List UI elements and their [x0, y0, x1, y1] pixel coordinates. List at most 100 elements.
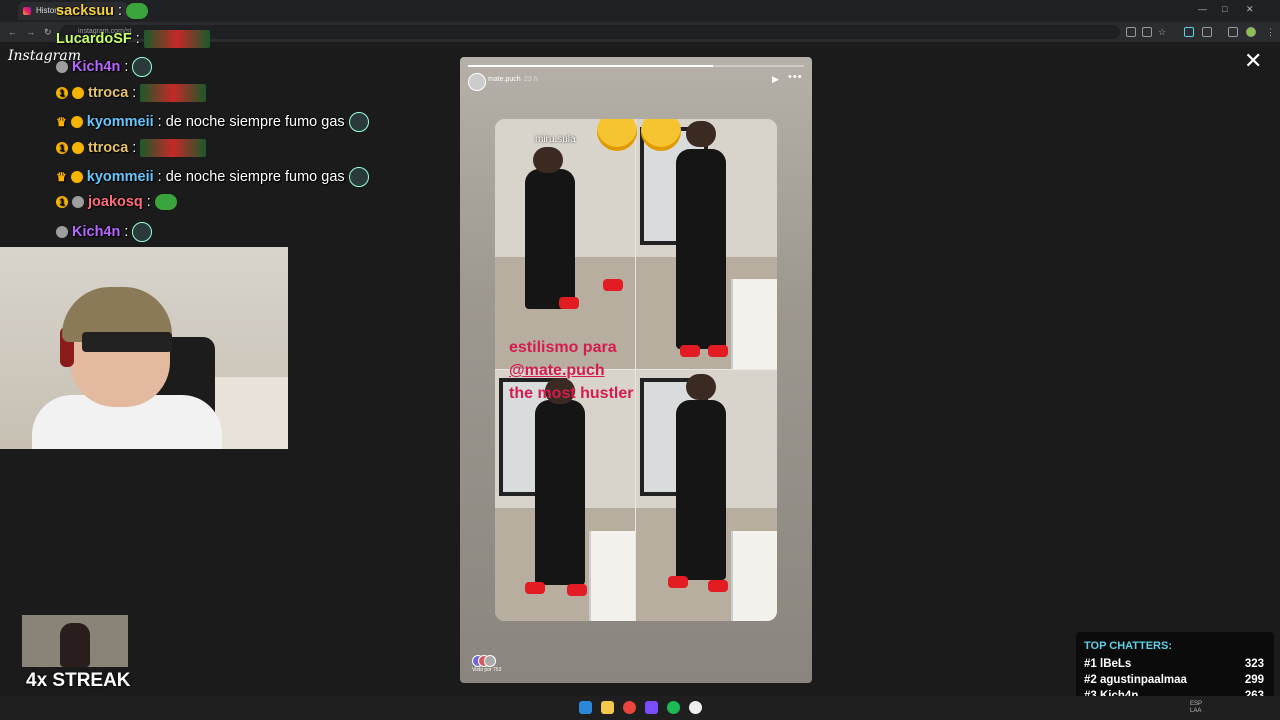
red-shoe	[603, 279, 623, 291]
photo-bottom-right	[636, 370, 777, 621]
app-icon[interactable]	[689, 701, 702, 714]
badge-icon	[70, 116, 83, 128]
maximize-icon[interactable]: □	[1222, 4, 1227, 14]
chat-message: ♛ kyommeii: de noche siempre fumo gas	[56, 167, 369, 187]
language-indicator[interactable]: ESP	[1190, 701, 1202, 707]
chat-message: 1 ttroca:	[56, 139, 207, 157]
miku-emote-icon	[132, 57, 153, 77]
photo-bottom-left	[495, 370, 635, 621]
chat-message: LucardoSF:	[56, 30, 210, 48]
miku-emote-icon	[348, 112, 369, 132]
story-caption-mention[interactable]: @mate.puch	[509, 362, 605, 380]
chat-text: de noche siempre fumo gas	[165, 114, 345, 130]
story-mention-tag[interactable]: miru.sula	[535, 134, 576, 145]
chat-username: ttroca	[88, 85, 129, 101]
close-story-icon[interactable]: ✕	[1244, 50, 1262, 72]
chat-username: kyommeii	[86, 169, 154, 185]
chat-message: sacksuu:	[56, 3, 149, 19]
crown-badge-icon: ♛	[56, 115, 67, 129]
chat-username: kyommeii	[86, 114, 154, 130]
app-icon[interactable]	[645, 701, 658, 714]
file-explorer-icon[interactable]	[601, 701, 614, 714]
minimize-icon[interactable]: —	[1198, 4, 1207, 14]
chat-username: LucardoSF	[56, 31, 132, 47]
streak-thumbnail	[22, 615, 128, 667]
chatter-name: agustinpaalmaa	[1100, 674, 1187, 686]
chatter-rank: #2	[1084, 674, 1097, 686]
play-icon[interactable]: ▶	[772, 74, 779, 85]
star-icon[interactable]: ☆	[1158, 27, 1166, 38]
story-caption-line: estilismo para	[509, 339, 617, 356]
miku-emote-icon	[132, 222, 153, 242]
chat-message: ♛ kyommeii: de noche siempre fumo gas	[56, 112, 369, 132]
cap-visor	[82, 332, 172, 352]
red-shoe	[668, 576, 688, 588]
badge-icon	[70, 171, 83, 183]
badge-icon: 1	[56, 142, 68, 154]
chatter-score: 323	[1244, 658, 1264, 670]
spotify-icon[interactable]	[667, 701, 680, 714]
photo-top-right	[636, 119, 777, 369]
story-progress-fill	[468, 65, 714, 67]
story-username[interactable]: mate.puch	[488, 76, 521, 83]
badge-icon	[72, 196, 84, 208]
window-close-icon[interactable]: ✕	[1246, 4, 1254, 15]
story-views-count[interactable]: Visto por 753	[472, 667, 501, 673]
red-shoe	[708, 580, 728, 592]
chat-username: sacksuu	[56, 3, 115, 19]
red-shoe	[680, 345, 700, 357]
webcam-feed	[0, 247, 288, 449]
story-avatar[interactable]	[468, 73, 486, 91]
extension-icon[interactable]	[1184, 27, 1194, 37]
windows-taskbar: ESP LAA	[0, 696, 1280, 720]
frog-emote-icon	[126, 3, 149, 19]
windows-start-icon[interactable]	[579, 701, 592, 714]
sidebar-icon[interactable]	[1228, 27, 1238, 37]
miku-emote-icon	[348, 167, 369, 187]
chat-message: 1 ttroca:	[56, 84, 207, 102]
badge-icon	[56, 226, 68, 238]
badge-icon	[56, 61, 68, 73]
chatter-score: 299	[1244, 674, 1264, 686]
browser-menu-icon[interactable]: ⋮	[1266, 27, 1275, 38]
story-time: 23 h	[524, 76, 538, 83]
emote-icon	[140, 84, 207, 102]
chat-message: 1 joakosq:	[56, 194, 177, 210]
red-shoe	[567, 584, 587, 596]
profile-avatar[interactable]	[1246, 27, 1256, 37]
instagram-story[interactable]: mate.puch 23 h ▶ ••• miru.sula estilismo…	[460, 57, 812, 683]
badge-icon: 1	[56, 196, 68, 208]
chat-message: Kich4n:	[56, 57, 153, 77]
eye-off-icon[interactable]	[1142, 27, 1152, 37]
photo-top-left	[495, 119, 635, 369]
story-caption-line: the most hustler	[509, 385, 634, 402]
chat-username: ttroca	[88, 140, 129, 156]
red-shoe	[525, 582, 545, 594]
chat-text: de noche siempre fumo gas	[165, 169, 345, 185]
emote-icon	[140, 139, 207, 157]
emote-icon	[143, 30, 210, 48]
language-indicator-sub: LAA	[1190, 708, 1202, 714]
puzzle-icon[interactable]	[1202, 27, 1212, 37]
badge-icon	[72, 87, 84, 99]
top-chatters-title: TOP CHATTERS:	[1084, 640, 1173, 652]
red-shoe	[559, 297, 579, 309]
story-viewers[interactable]	[472, 655, 500, 667]
more-options-icon[interactable]: •••	[788, 71, 803, 83]
stream-chat-overlay: sacksuu: LucardoSF: Kich4n: 1 ttroca: ♛ …	[0, 0, 380, 248]
viewer-avatar	[484, 655, 496, 667]
shelf	[215, 377, 288, 449]
top-chatter-row: #1 lBeLs 323	[1084, 658, 1264, 670]
chrome-icon[interactable]	[623, 701, 636, 714]
chat-username: joakosq	[88, 194, 143, 210]
streak-label: 4x STREAK	[26, 670, 131, 691]
badge-icon	[72, 142, 84, 154]
badge-icon: 1	[56, 87, 68, 99]
story-photo-collage: miru.sula estilismo para @mate.puch the …	[495, 119, 777, 621]
crown-badge-icon: ♛	[56, 170, 67, 184]
frog-emote-icon	[154, 194, 177, 210]
chat-username: Kich4n	[72, 59, 121, 75]
chat-message: Kich4n:	[56, 222, 153, 242]
story-progress-bar	[468, 65, 804, 67]
cast-icon[interactable]	[1126, 27, 1136, 37]
